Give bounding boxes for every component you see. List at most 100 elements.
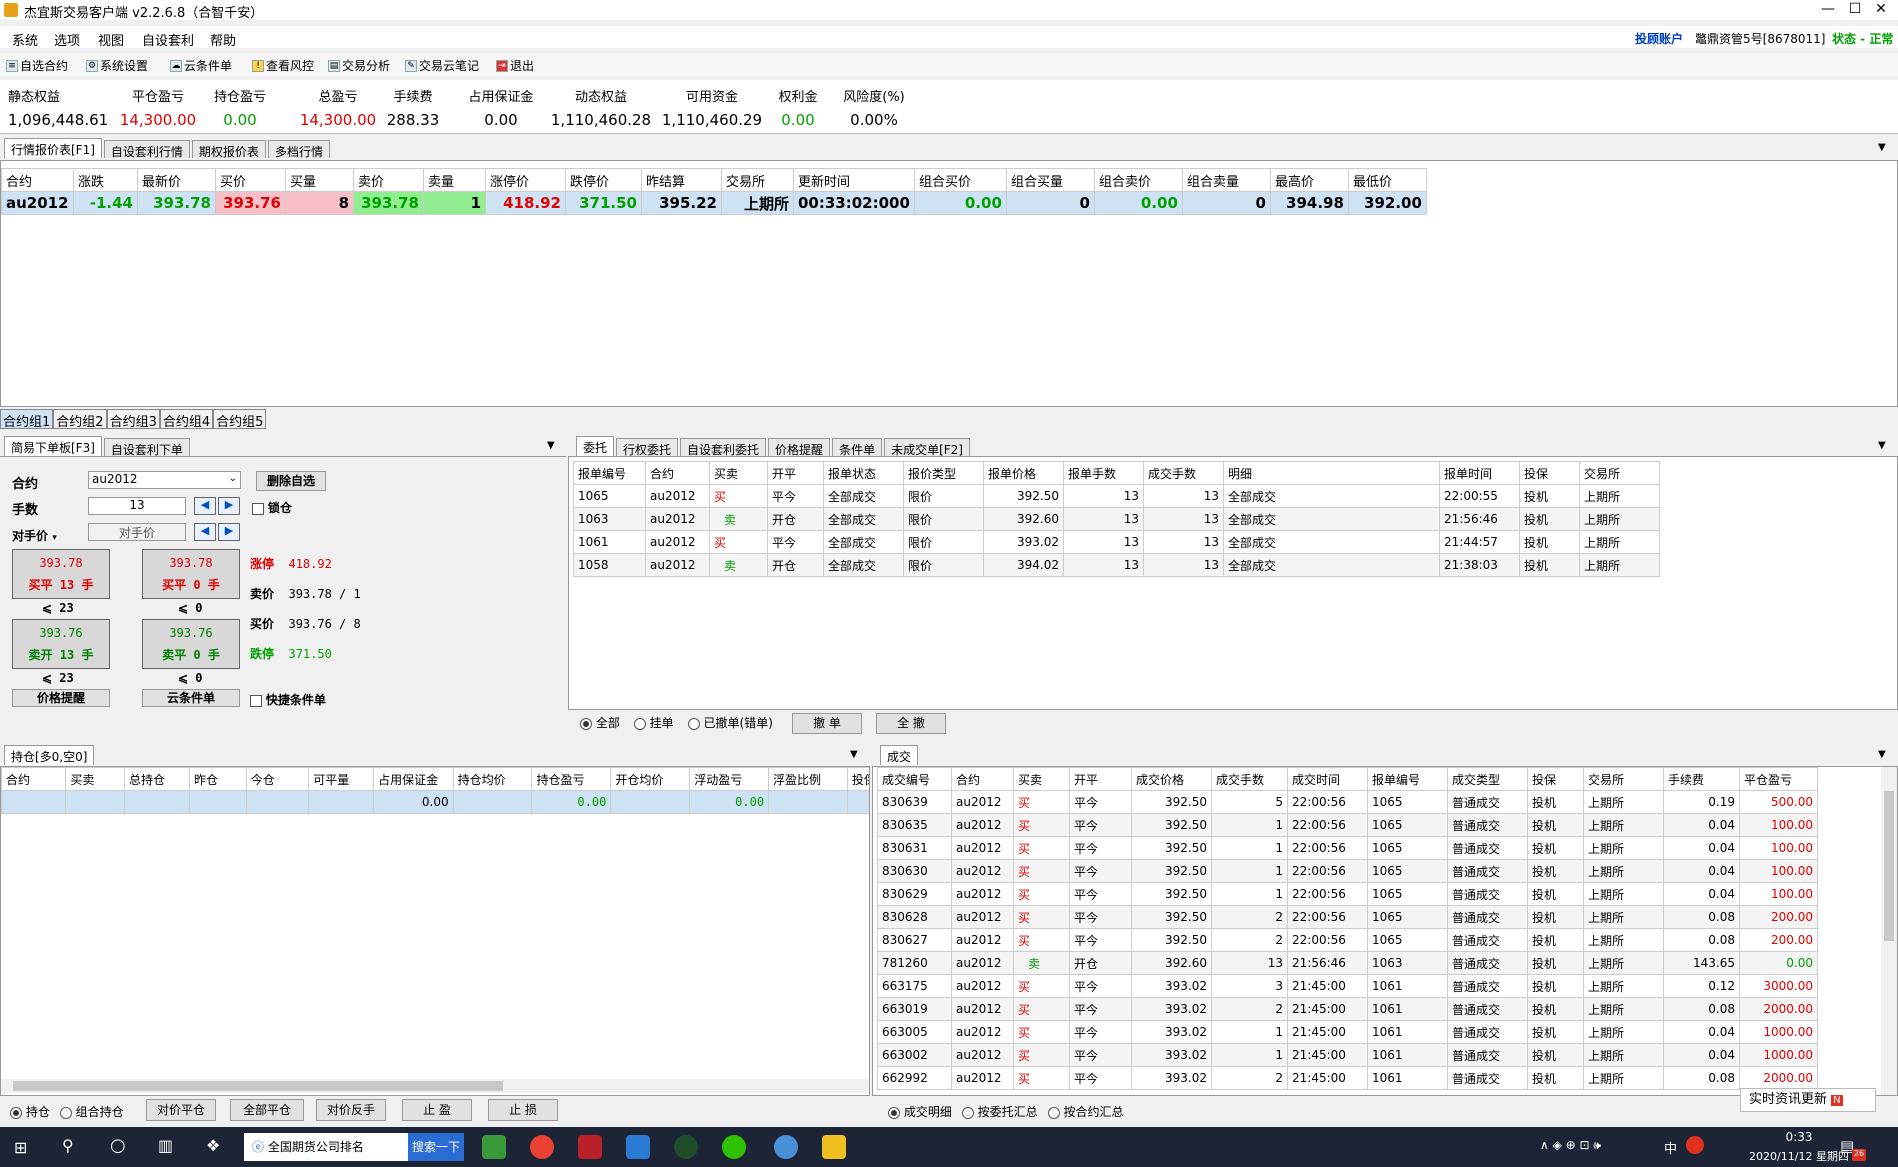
- dropdown-icon[interactable]: ▼: [1878, 142, 1886, 153]
- search-icon[interactable]: ⚲: [62, 1136, 74, 1155]
- order-row[interactable]: 1061 au2012 买平今 全部成交 限价 393.02 13 13 全部成交 21:44:5…: [573, 530, 1660, 554]
- dropdown-icon[interactable]: ▼: [1878, 440, 1886, 451]
- order-header[interactable]: 报单价格: [983, 461, 1064, 485]
- quote-header[interactable]: 涨跌: [73, 168, 138, 192]
- trade-row[interactable]: 662992 au2012 买平今 393.02 2 21:45:00 1061 普通成交 投机…: [877, 1066, 1818, 1090]
- order-header[interactable]: 买卖: [709, 461, 768, 485]
- position-header[interactable]: 浮盈比例: [768, 767, 848, 791]
- take-profit-button[interactable]: 止 盈: [402, 1099, 472, 1121]
- h-scrollbar[interactable]: [1, 1079, 869, 1093]
- quote-header[interactable]: 组合买价: [913, 168, 1007, 192]
- quote-header[interactable]: 买价: [215, 168, 286, 192]
- trade-row[interactable]: 663175 au2012 买平今 393.02 3 21:45:00 1061 普通成交 投机…: [877, 974, 1818, 998]
- buy-close-button[interactable]: 393.78 买平 13 手: [12, 549, 110, 599]
- wechat-icon[interactable]: [722, 1135, 746, 1159]
- menu-system[interactable]: 系统: [12, 30, 38, 49]
- position-header[interactable]: 总持仓: [124, 767, 190, 791]
- quote-header[interactable]: 涨停价: [485, 168, 566, 192]
- quote-header[interactable]: 组合卖价: [1093, 168, 1183, 192]
- order-header[interactable]: 明细: [1223, 461, 1440, 485]
- toolbar-analysis[interactable]: ▤ 交易分析: [328, 57, 390, 74]
- quote-header[interactable]: 组合卖量: [1181, 168, 1271, 192]
- tab-trades[interactable]: 成交: [880, 745, 919, 765]
- trade-header[interactable]: 手续费: [1663, 767, 1740, 791]
- toolbar-settings[interactable]: ⚙ 系统设置: [86, 57, 148, 74]
- radio-trade-detail[interactable]: 成交明细: [888, 1103, 952, 1120]
- orders-tab[interactable]: 条件单: [832, 438, 883, 457]
- trade-row[interactable]: 663002 au2012 买平今 393.02 1 21:45:00 1061 普通成交 投机…: [877, 1043, 1818, 1067]
- tab-simple-order[interactable]: 简易下单板[F3]: [4, 436, 102, 456]
- group-tab-1[interactable]: 合约组1: [0, 409, 54, 430]
- tab-quote[interactable]: 行情报价表[F1]: [4, 138, 102, 158]
- trade-row[interactable]: 830635 au2012 买平今 392.50 1 22:00:56 1065 普通成交 投机…: [877, 813, 1818, 837]
- trade-header[interactable]: 成交类型: [1447, 767, 1528, 791]
- toolbar-exit[interactable]: ⇥ 退出: [496, 57, 534, 74]
- order-header[interactable]: 交易所: [1579, 461, 1660, 485]
- position-header[interactable]: 今仓: [245, 767, 310, 791]
- orders-tab[interactable]: 自设套利委托: [680, 438, 767, 457]
- qty-decrease-button[interactable]: ◀: [194, 497, 216, 515]
- qty-increase-button[interactable]: ▶: [218, 497, 240, 515]
- toolbar-risk[interactable]: ! 查看风控: [252, 57, 314, 74]
- cortana-icon[interactable]: ○: [110, 1135, 126, 1156]
- position-header[interactable]: 昨仓: [188, 767, 247, 791]
- group-tab-4[interactable]: 合约组4: [159, 409, 214, 430]
- toolbar-watchlist[interactable]: ≡ 自选合约: [6, 57, 68, 74]
- search-go-button[interactable]: 搜索一下: [408, 1133, 464, 1161]
- trade-row[interactable]: 830629 au2012 买平今 392.50 1 22:00:56 1065 普通成交 投机…: [877, 882, 1818, 906]
- trade-row[interactable]: 830639 au2012 买平今 392.50 5 22:00:56 1065 普通成交 投机…: [877, 790, 1818, 814]
- dropdown-icon[interactable]: ▼: [850, 749, 858, 760]
- quote-header[interactable]: 卖量: [423, 168, 486, 192]
- dropdown-icon[interactable]: ▼: [1878, 749, 1886, 760]
- ime-indicator[interactable]: 中: [1664, 1138, 1677, 1157]
- quote-header[interactable]: 最新价: [137, 168, 216, 192]
- quote-header[interactable]: 更新时间: [793, 168, 915, 192]
- qty-input[interactable]: 13: [88, 497, 186, 515]
- quote-header[interactable]: 组合买量: [1005, 168, 1095, 192]
- position-header[interactable]: 占用保证金: [373, 767, 454, 791]
- filter-pending[interactable]: 挂单: [633, 714, 674, 731]
- position-header[interactable]: 浮动盈亏: [689, 767, 770, 791]
- order-header[interactable]: 报价类型: [903, 461, 984, 485]
- lock-checkbox[interactable]: 锁仓: [252, 499, 292, 516]
- tab-arb-quote[interactable]: 自设套利行情: [103, 140, 190, 159]
- task-view-icon[interactable]: ▥: [158, 1136, 173, 1155]
- order-row[interactable]: 1065 au2012 买平今 全部成交 限价 392.50 13 13 全部成交 22:00:5…: [573, 484, 1660, 508]
- tab-option-quote[interactable]: 期权报价表: [191, 140, 266, 159]
- tray-icons[interactable]: ∧ ◈ ⊕ ⊡ 🕪: [1540, 1138, 1601, 1153]
- wreath-icon[interactable]: [674, 1135, 698, 1159]
- cloud-condition-button[interactable]: 云条件单: [142, 689, 240, 707]
- quote-header[interactable]: 最低价: [1347, 168, 1427, 192]
- wh7-icon[interactable]: [578, 1135, 602, 1159]
- order-header[interactable]: 报单状态: [823, 461, 904, 485]
- order-header[interactable]: 合约: [645, 461, 710, 485]
- price-decrease-button[interactable]: ◀: [194, 523, 216, 541]
- price-increase-button[interactable]: ▶: [218, 523, 240, 541]
- price-input[interactable]: 对手价: [88, 523, 186, 541]
- filter-all[interactable]: 全部: [580, 714, 620, 731]
- order-header[interactable]: 开平: [767, 461, 824, 485]
- position-row[interactable]: 0.00 0.00 0.00: [1, 790, 869, 814]
- position-header[interactable]: 开仓均价: [610, 767, 691, 791]
- order-row[interactable]: 1063 au2012 卖开仓 全部成交 限价 392.60 13 13 全部成交 21:56:4…: [573, 507, 1660, 531]
- price-type-select[interactable]: 对手价 ▾: [12, 527, 57, 544]
- position-header[interactable]: 持仓盈亏: [531, 767, 612, 791]
- trade-row[interactable]: 663019 au2012 买平今 393.02 2 21:45:00 1061 普通成交 投机…: [877, 997, 1818, 1021]
- quick-condition-checkbox[interactable]: 快捷条件单: [250, 691, 326, 708]
- trade-row[interactable]: 830628 au2012 买平今 392.50 2 22:00:56 1065 普通成交 投机…: [877, 905, 1818, 929]
- trade-header[interactable]: 投保: [1527, 767, 1584, 791]
- globe-icon[interactable]: [774, 1135, 798, 1159]
- app-icon-green[interactable]: [482, 1135, 506, 1159]
- order-header[interactable]: 报单手数: [1063, 461, 1144, 485]
- order-row[interactable]: 1058 au2012 卖开仓 全部成交 限价 394.02 13 13 全部成交 21:38:0…: [573, 553, 1660, 577]
- position-header[interactable]: 可平量: [308, 767, 375, 791]
- trade-header[interactable]: 成交时间: [1287, 767, 1368, 791]
- quote-header[interactable]: 交易所: [721, 168, 794, 192]
- order-header[interactable]: 成交手数: [1143, 461, 1224, 485]
- menu-options[interactable]: 选项: [54, 30, 80, 49]
- reverse-button[interactable]: 对价反手: [316, 1099, 386, 1121]
- sell-close-button[interactable]: 393.76 卖平 0 手: [142, 619, 240, 669]
- orders-tab[interactable]: 委托: [576, 436, 615, 456]
- close-all-button[interactable]: 全部平仓: [230, 1099, 304, 1121]
- dropdown-icon[interactable]: ▼: [547, 440, 555, 451]
